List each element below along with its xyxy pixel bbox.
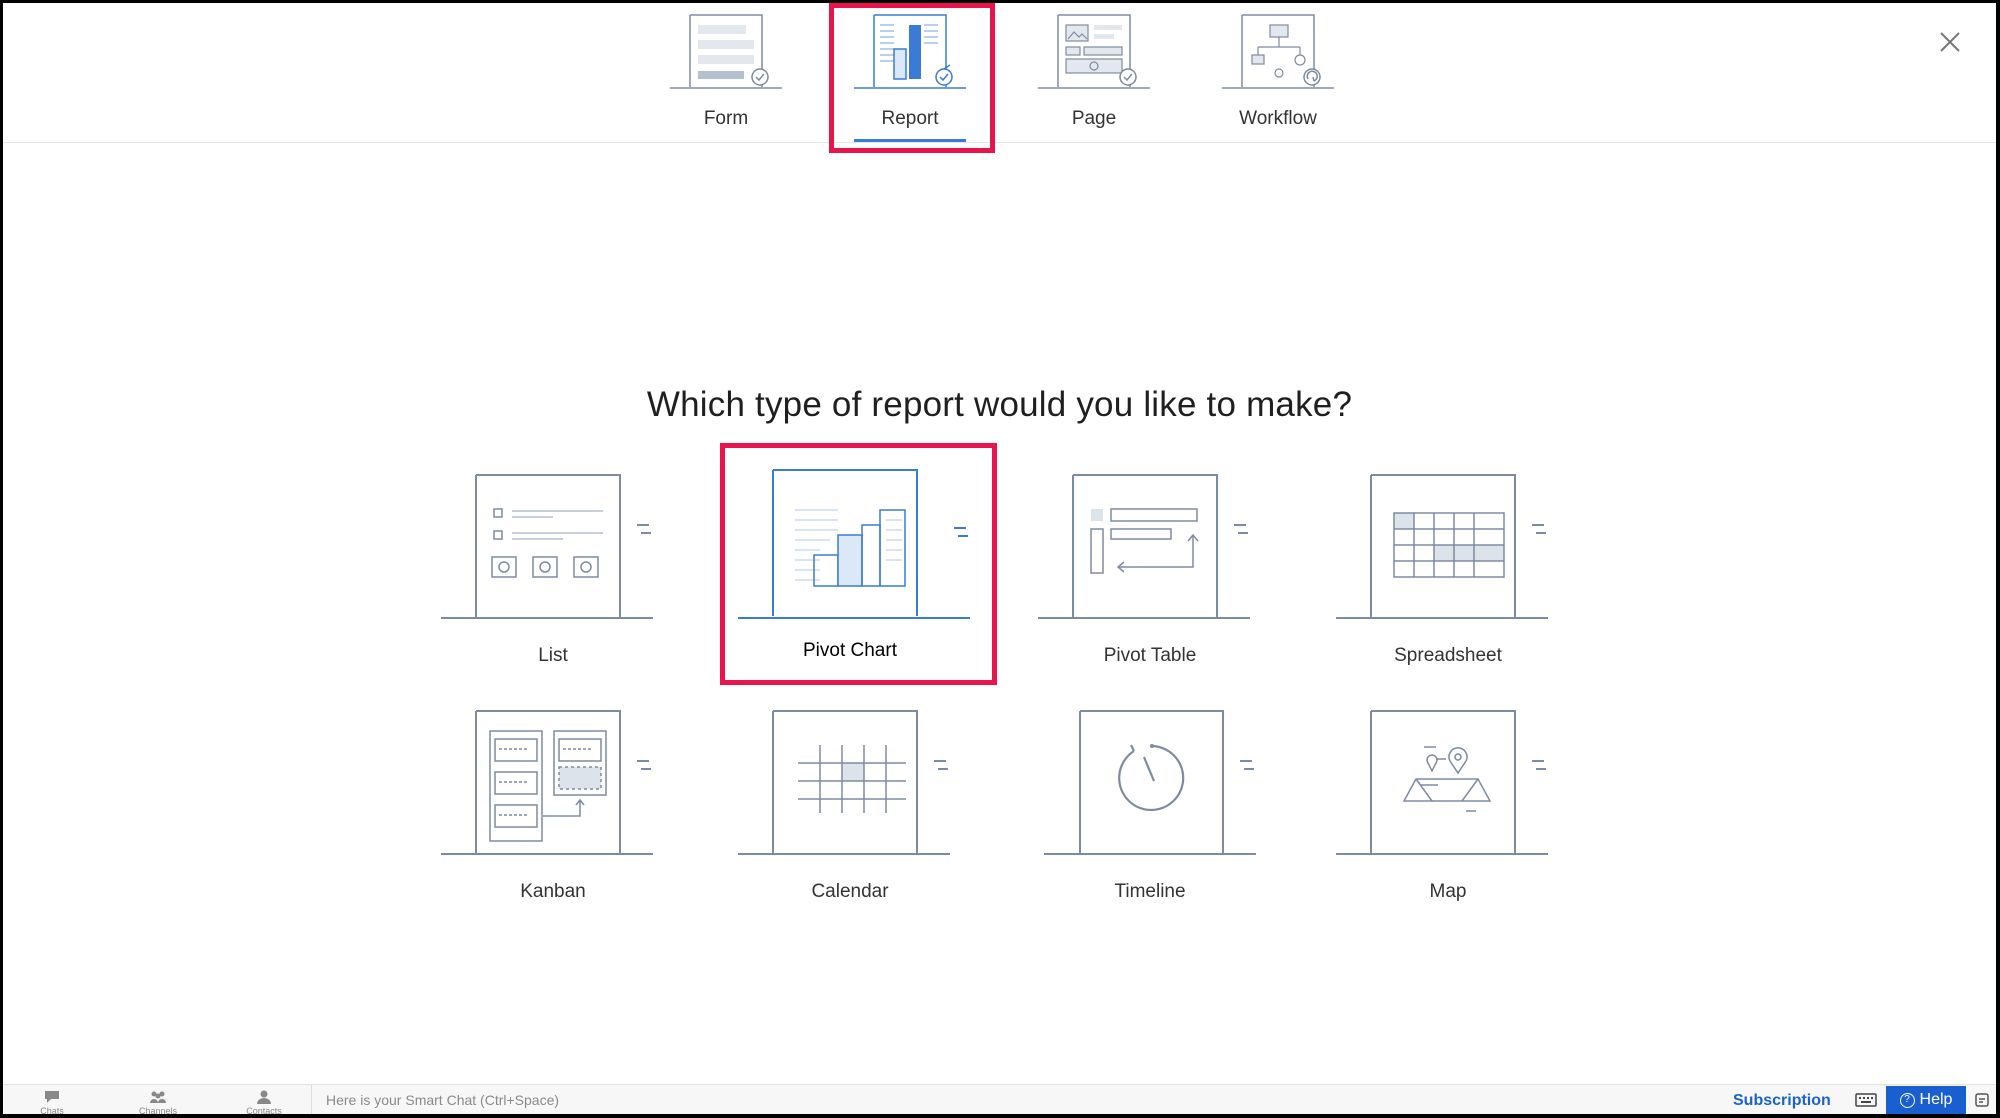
report-type-map[interactable]: Map	[1328, 709, 1568, 909]
chats-label: Chats	[40, 1106, 64, 1114]
channels-icon	[150, 1091, 166, 1103]
channels-button[interactable]: Channels	[123, 1085, 193, 1114]
report-type-spreadsheet[interactable]: Spreadsheet	[1328, 473, 1568, 673]
help-button[interactable]: ? Help	[1886, 1086, 1966, 1114]
creation-type-tabs: Form Report Page Workflow	[3, 3, 1996, 153]
report-type-pivot-table-label: Pivot Table	[1103, 645, 1197, 666]
report-type-pivot-chart[interactable]: Pivot Chart	[730, 468, 970, 668]
report-type-spreadsheet-label: Spreadsheet	[1394, 645, 1502, 666]
keyboard-icon	[1855, 1093, 1877, 1107]
subscription-link[interactable]: Subscription	[1733, 1092, 1831, 1110]
tab-page[interactable]: Page	[1034, 3, 1154, 143]
report-type-pivot-chart-label: Pivot Chart	[803, 640, 897, 661]
tab-selected-indicator	[854, 139, 966, 142]
tab-report[interactable]: Report	[850, 3, 970, 143]
report-type-kanban[interactable]: Kanban	[433, 709, 673, 909]
tab-workflow[interactable]: Workflow	[1218, 3, 1338, 143]
report-type-list-label: List	[538, 645, 568, 666]
report-type-calendar-label: Calendar	[811, 881, 889, 902]
tab-workflow-label: Workflow	[1239, 108, 1317, 129]
notification-icon	[1975, 1093, 1989, 1107]
map-icon	[1336, 710, 1548, 855]
report-icon	[854, 14, 966, 89]
kanban-icon	[441, 710, 653, 855]
report-type-kanban-label: Kanban	[520, 881, 586, 902]
channels-label: Channels	[138, 1106, 178, 1114]
report-creation-dialog: Form Report Page Workflow Which type of …	[3, 3, 1996, 1114]
smart-chat-field	[311, 1085, 1711, 1114]
report-type-timeline[interactable]: Timeline	[1030, 709, 1270, 909]
spreadsheet-icon	[1336, 474, 1548, 619]
close-button[interactable]	[1933, 25, 1967, 59]
report-type-calendar[interactable]: Calendar	[730, 709, 970, 909]
report-type-pivot-table[interactable]: Pivot Table	[1030, 473, 1270, 673]
chats-button[interactable]: Chats	[17, 1085, 87, 1114]
list-icon	[441, 474, 653, 619]
page-title: Which type of report would you like to m…	[646, 385, 1353, 424]
report-type-list[interactable]: List	[433, 473, 673, 673]
keyboard-shortcuts-button[interactable]	[1855, 1091, 1877, 1109]
chat-bubble-icon	[45, 1091, 59, 1103]
tab-page-label: Page	[1071, 108, 1117, 129]
notifications-button[interactable]	[1973, 1091, 1991, 1109]
close-icon	[1940, 32, 1960, 52]
page-icon	[1038, 14, 1150, 89]
form-icon	[670, 14, 782, 89]
tab-report-label: Report	[881, 108, 939, 129]
contacts-label: Contacts	[246, 1106, 282, 1114]
report-type-map-label: Map	[1429, 881, 1467, 902]
calendar-icon	[738, 710, 950, 855]
tab-form[interactable]: Form	[666, 3, 786, 143]
pivot-chart-icon	[738, 469, 970, 619]
help-label: Help	[1919, 1091, 1953, 1108]
help-icon: ?	[1899, 1092, 1915, 1108]
pivot-table-icon	[1038, 474, 1250, 619]
timeline-icon	[1044, 710, 1256, 855]
contact-icon	[257, 1090, 271, 1104]
workflow-icon	[1222, 14, 1334, 89]
bottom-bar: Chats Channels Contacts Subscription	[3, 1084, 1996, 1114]
contacts-button[interactable]: Contacts	[229, 1085, 299, 1114]
report-type-timeline-label: Timeline	[1114, 881, 1186, 902]
tab-form-label: Form	[703, 108, 749, 129]
smart-chat-input[interactable]	[312, 1085, 1711, 1114]
